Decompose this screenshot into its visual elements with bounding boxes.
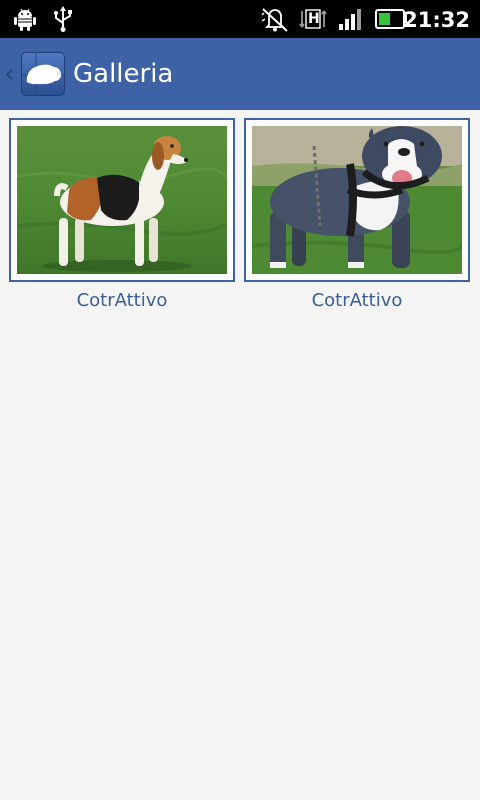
dog-head-icon[interactable] — [21, 52, 65, 96]
gallery-item[interactable] — [244, 118, 470, 282]
gallery-item-caption[interactable]: CotrAttivo — [244, 290, 470, 311]
pitbull-dog-photo — [252, 126, 462, 274]
chevron-left-icon[interactable]: ‹ — [4, 60, 14, 88]
action-bar: ‹ Galleria — [0, 38, 480, 110]
beagle-dog-photo — [17, 126, 227, 274]
status-time: 21:32 — [403, 8, 470, 32]
hspa-data-icon: H — [298, 0, 328, 38]
gallery-item[interactable] — [9, 118, 235, 282]
android-debug-icon — [12, 0, 38, 38]
gallery-item-caption[interactable]: CotrAttivo — [9, 290, 235, 311]
status-bar: H 21:32 — [0, 0, 480, 38]
page-title: Galleria — [73, 59, 174, 89]
hspa-label: H — [308, 11, 320, 27]
signal-icon — [338, 0, 364, 38]
silent-mode-icon — [259, 0, 291, 38]
usb-icon — [52, 0, 74, 38]
